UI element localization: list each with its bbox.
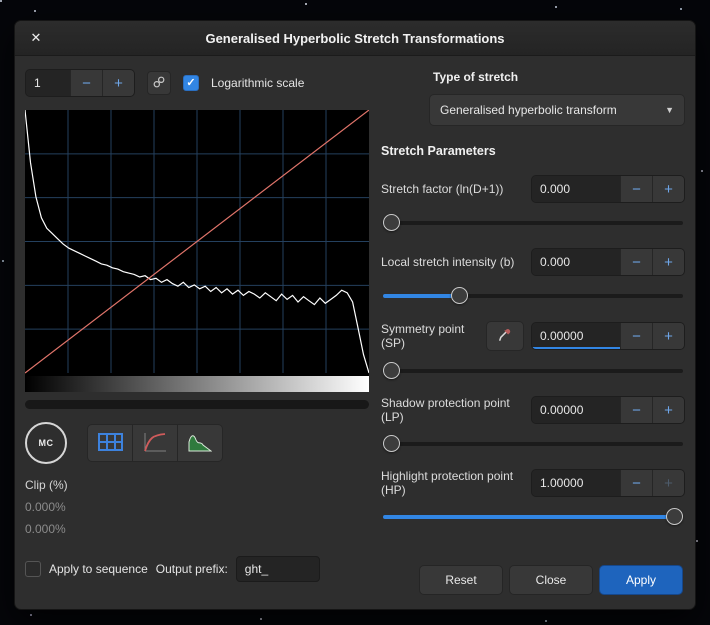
midtones-color-button[interactable]: MC [25,422,67,464]
histogram-svg [24,109,370,392]
local-intensity-slider[interactable] [383,287,683,304]
increment-button[interactable]: + [652,176,684,202]
stretch-factor-slider[interactable] [383,214,683,231]
slider-thumb[interactable] [383,435,400,452]
action-buttons-row: Reset Close Apply [381,565,685,597]
slider-fill [383,294,459,298]
param-label: Shadow protection point (LP) [381,396,510,424]
decrement-button[interactable]: − [620,176,652,202]
symmetry-point-input[interactable] [532,323,620,349]
ghs-dialog: ✕ Generalised Hyperbolic Stretch Transfo… [14,20,696,610]
histogram-icon [188,432,213,455]
reset-button[interactable]: Reset [419,565,503,595]
slider-fill [383,515,674,519]
slider-thumb[interactable] [450,287,468,304]
param-label: Stretch factor (ln(D+1)) [381,182,504,196]
apply-to-sequence-checkbox[interactable]: ✓ [25,561,41,577]
right-column: Type of stretch Generalised hyperbolic t… [381,66,685,597]
increment-button[interactable]: + [652,249,684,275]
local-intensity-input[interactable] [532,249,620,275]
shadow-protection-input[interactable] [532,397,620,423]
apply-button[interactable]: Apply [599,565,683,595]
checkbox-check-icon: ✓ [186,76,196,89]
link-icon [153,76,165,91]
highlight-protection-input[interactable] [532,470,620,496]
decrement-button[interactable]: − [620,470,652,496]
stretch-factor-input[interactable] [532,176,620,202]
output-prefix-input[interactable] [235,556,320,582]
display-toggle-group [87,424,223,462]
slider-thumb[interactable] [383,362,400,379]
titlebar: ✕ Generalised Hyperbolic Stretch Transfo… [15,21,695,56]
channel-input[interactable] [26,70,70,96]
param-label: Symmetry point (SP) [381,322,465,350]
starfield-background [0,0,2,2]
curve-toggle-button[interactable] [132,424,178,462]
symmetry-point-spinbox: − + [531,322,685,350]
link-toggle-button[interactable] [147,71,171,95]
shadow-protection-slider[interactable] [383,435,683,452]
close-icon: ✕ [30,30,42,45]
sequence-row: ✓ Apply to sequence Output prefix: [25,556,369,582]
increment-button[interactable]: + [652,323,684,349]
param-local-intensity: Local stretch intensity (b) − + [381,248,685,304]
display-tools-row: MC [25,422,369,464]
param-shadow-protection: Shadow protection point (LP) − + [381,396,685,452]
channel-spinbox: − + [25,69,135,97]
decrement-button[interactable]: − [620,323,652,349]
channel-increment-button[interactable]: + [102,70,134,96]
param-label: Local stretch intensity (b) [381,255,515,269]
dialog-title: Generalised Hyperbolic Stretch Transform… [205,30,505,46]
slider-thumb[interactable] [666,508,683,525]
close-window-button[interactable]: ✕ [25,27,47,49]
apply-to-sequence-label: Apply to sequence [49,562,148,576]
channel-decrement-button[interactable]: − [70,70,102,96]
eyedropper-icon [498,327,513,345]
histogram-scrollbar[interactable] [25,400,369,409]
type-of-stretch-label: Type of stretch [433,70,519,84]
histogram-toggle-button[interactable] [177,424,223,462]
slider-track [383,369,683,373]
param-symmetry-point: Symmetry point (SP) − [381,321,685,379]
local-intensity-spinbox: − + [531,248,685,276]
highlight-protection-slider[interactable] [383,508,683,525]
log-scale-checkbox[interactable]: ✓ [183,75,199,91]
increment-button[interactable]: + [652,397,684,423]
curve-icon [143,432,167,455]
desktop: ✕ Generalised Hyperbolic Stretch Transfo… [0,0,710,625]
chevron-down-icon: ▼ [665,105,674,115]
type-of-stretch-dropdown[interactable]: Generalised hyperbolic transform ▼ [429,94,685,126]
stretch-parameters-heading: Stretch Parameters [381,144,496,158]
dialog-content: − + ✓ Logarithmic s [15,56,695,609]
slider-thumb[interactable] [383,214,400,231]
clip-value-shadows: 0.000% [25,500,66,514]
highlight-protection-spinbox: − + [531,469,685,497]
decrement-button[interactable]: − [620,249,652,275]
clip-label: Clip (%) [25,478,68,492]
param-highlight-protection: Highlight protection point (HP) − + [381,469,685,525]
stretch-factor-spinbox: − + [531,175,685,203]
param-stretch-factor: Stretch factor (ln(D+1)) − + [381,175,685,231]
log-scale-label: Logarithmic scale [211,76,305,90]
shadow-protection-spinbox: − + [531,396,685,424]
symmetry-point-slider[interactable] [383,362,683,379]
slider-track [383,221,683,225]
grid-icon [97,432,123,455]
histogram-plot[interactable] [24,109,370,392]
decrement-button[interactable]: − [620,397,652,423]
channel-row: − + ✓ Logarithmic s [25,68,369,98]
clip-value-highlights: 0.000% [25,522,66,536]
increment-button[interactable]: + [652,470,684,496]
grid-toggle-button[interactable] [87,424,133,462]
param-label: Highlight protection point (HP) [381,469,514,497]
left-column: − + ✓ Logarithmic s [24,66,370,597]
eyedropper-button[interactable] [486,321,524,351]
dropdown-selected-text: Generalised hyperbolic transform [440,103,617,117]
slider-track [383,442,683,446]
output-prefix-label: Output prefix: [155,562,228,576]
close-button[interactable]: Close [509,565,593,595]
